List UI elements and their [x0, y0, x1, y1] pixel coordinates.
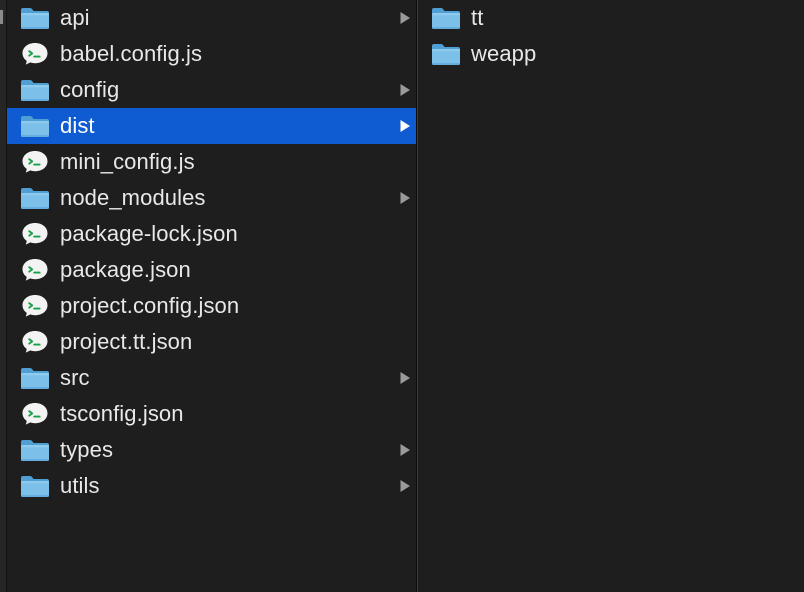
wechat-devtools-file-icon — [19, 293, 51, 319]
folder-row-node-modules[interactable]: node_modules — [7, 180, 416, 216]
item-label: mini_config.js — [60, 149, 195, 174]
item-label: api — [60, 5, 90, 30]
folder-row-tt[interactable]: tt — [417, 0, 804, 36]
file-row-package-lock-json[interactable]: package-lock.json — [7, 216, 416, 252]
chevron-right-icon — [398, 191, 412, 205]
item-label: weapp — [471, 41, 537, 66]
item-label: babel.config.js — [60, 41, 203, 66]
folder-icon — [19, 473, 51, 499]
file-row-mini-config-js[interactable]: mini_config.js — [7, 144, 416, 180]
wechat-devtools-file-icon — [19, 401, 51, 427]
item-label: package.json — [60, 257, 191, 282]
folder-row-config[interactable]: config — [7, 72, 416, 108]
item-label: types — [60, 437, 114, 462]
item-label: package-lock.json — [60, 221, 238, 246]
folder-row-src[interactable]: src — [7, 360, 416, 396]
chevron-right-icon — [398, 11, 412, 25]
column-dist: tt weapp — [417, 0, 804, 592]
chevron-right-icon — [398, 119, 412, 133]
wechat-devtools-file-icon — [19, 221, 51, 247]
wechat-devtools-file-icon — [19, 329, 51, 355]
folder-icon — [430, 5, 462, 31]
folder-icon — [430, 41, 462, 67]
item-label: config — [60, 77, 120, 102]
column-project-root: api babel.config.js config dist mini_config.… — [7, 0, 417, 592]
folder-row-api[interactable]: api — [7, 0, 416, 36]
finder-column-browser: api babel.config.js config dist mini_config.… — [0, 0, 804, 592]
scroll-nub — [0, 10, 3, 24]
item-label: node_modules — [60, 185, 206, 210]
item-label: tsconfig.json — [60, 401, 184, 426]
folder-row-weapp[interactable]: weapp — [417, 36, 804, 72]
folder-icon — [19, 185, 51, 211]
wechat-devtools-file-icon — [19, 149, 51, 175]
chevron-right-icon — [398, 479, 412, 493]
folder-row-dist[interactable]: dist — [7, 108, 416, 144]
folder-icon — [19, 437, 51, 463]
chevron-right-icon — [398, 83, 412, 97]
folder-row-utils[interactable]: utils — [7, 468, 416, 504]
chevron-right-icon — [398, 443, 412, 457]
item-label: tt — [471, 5, 484, 30]
folder-icon — [19, 365, 51, 391]
file-row-tsconfig-json[interactable]: tsconfig.json — [7, 396, 416, 432]
wechat-devtools-file-icon — [19, 257, 51, 283]
folder-icon — [19, 113, 51, 139]
item-label: utils — [60, 473, 100, 498]
item-label: src — [60, 365, 90, 390]
item-label: project.tt.json — [60, 329, 193, 354]
file-row-package-json[interactable]: package.json — [7, 252, 416, 288]
chevron-right-icon — [398, 371, 412, 385]
folder-icon — [19, 5, 51, 31]
wechat-devtools-file-icon — [19, 41, 51, 67]
folder-row-types[interactable]: types — [7, 432, 416, 468]
folder-icon — [19, 77, 51, 103]
file-row-project-tt-json[interactable]: project.tt.json — [7, 324, 416, 360]
previous-column-edge[interactable] — [0, 0, 7, 592]
item-label: project.config.json — [60, 293, 240, 318]
file-row-babel-config-js[interactable]: babel.config.js — [7, 36, 416, 72]
file-row-project-config-json[interactable]: project.config.json — [7, 288, 416, 324]
item-label: dist — [60, 113, 95, 138]
